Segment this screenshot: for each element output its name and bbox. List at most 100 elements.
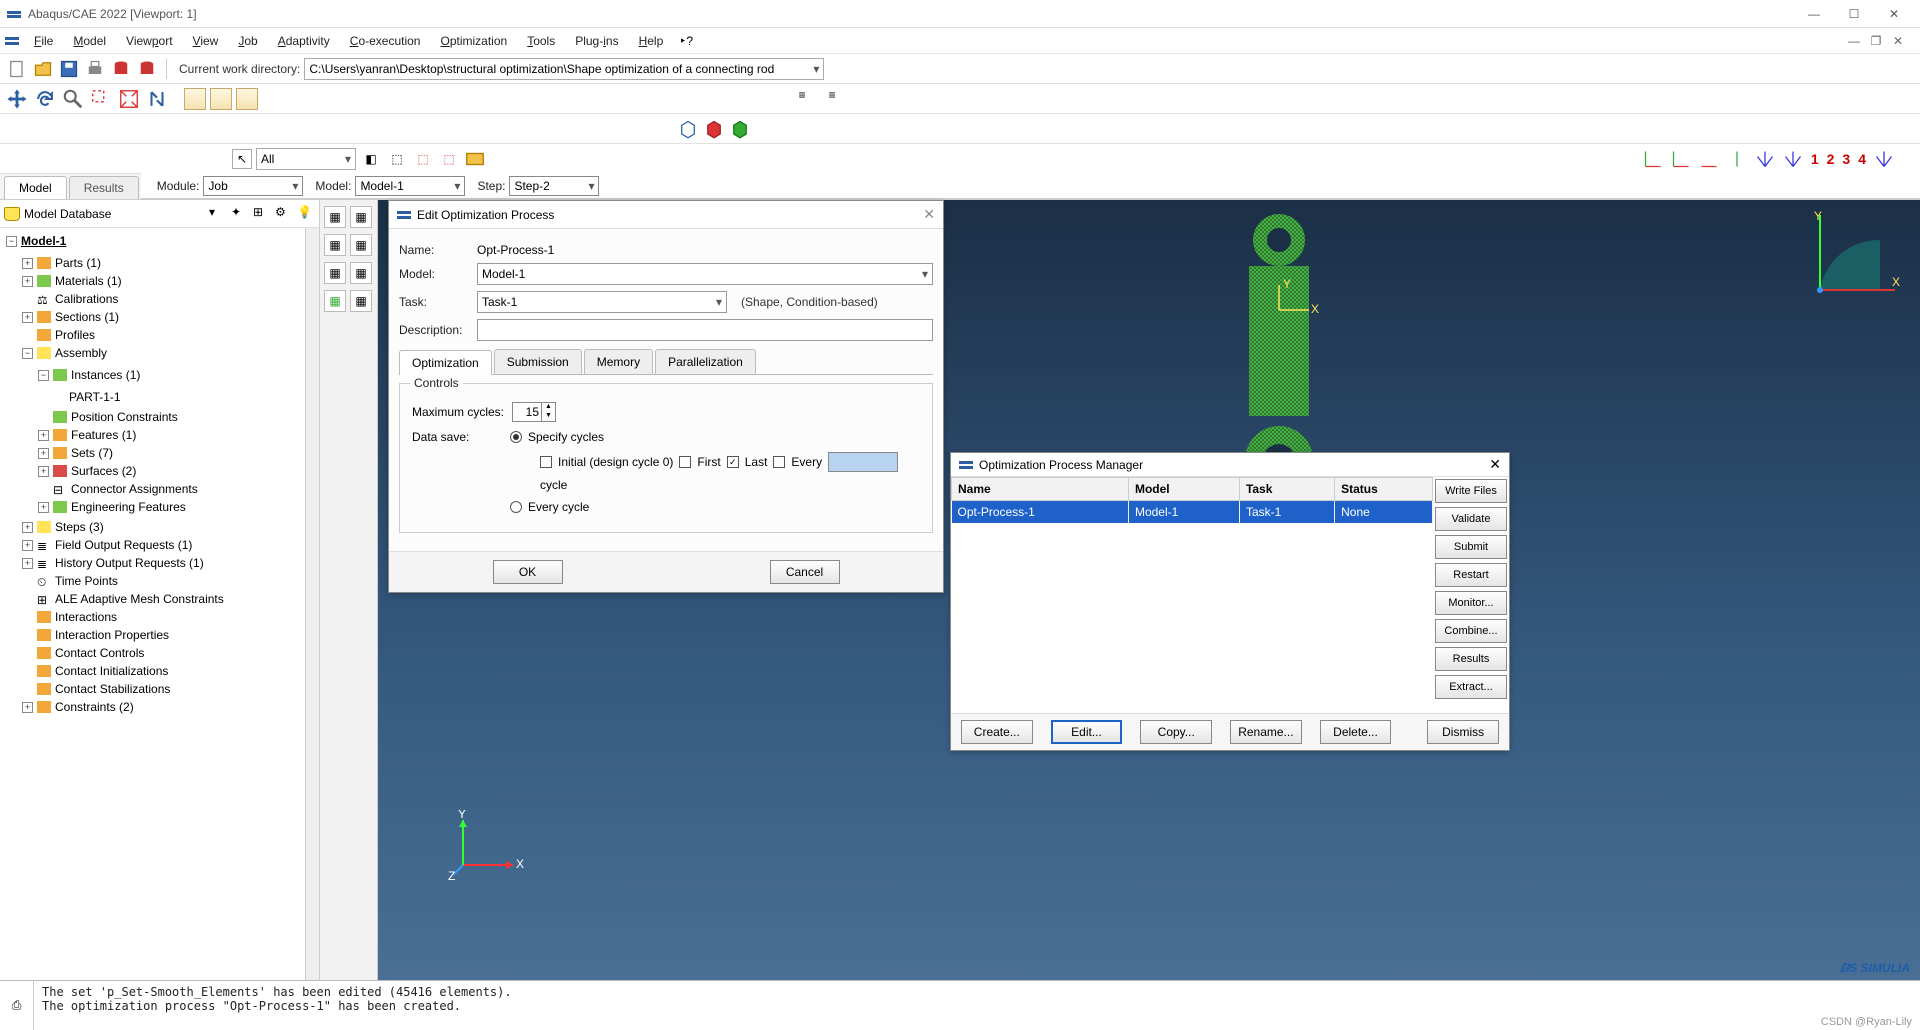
- copy-button[interactable]: Copy...: [1140, 720, 1212, 744]
- task-combo[interactable]: Task-1▾: [477, 291, 727, 313]
- tree-item[interactable]: Interaction Properties: [55, 628, 169, 642]
- tree-item[interactable]: Contact Initializations: [55, 664, 168, 678]
- monitor-button[interactable]: Monitor...: [1435, 591, 1507, 615]
- restart-button[interactable]: Restart: [1435, 563, 1507, 587]
- sel-icon-1[interactable]: ◧: [360, 148, 382, 170]
- col-name[interactable]: Name: [952, 478, 1129, 501]
- description-input[interactable]: [477, 319, 933, 341]
- viewport-restore-icon[interactable]: ❐: [1868, 33, 1884, 49]
- last-checkbox[interactable]: [727, 456, 739, 468]
- col-model[interactable]: Model: [1128, 478, 1239, 501]
- tab-results[interactable]: Results: [69, 176, 139, 199]
- db-icon-2[interactable]: [136, 58, 158, 80]
- results-button[interactable]: Results: [1435, 647, 1507, 671]
- every-input[interactable]: [828, 452, 898, 472]
- rename-button[interactable]: Rename...: [1230, 720, 1302, 744]
- tree-btn-2[interactable]: ⊞: [253, 205, 271, 223]
- process-table[interactable]: Name Model Task Status Opt-Process-1 Mod…: [951, 477, 1433, 523]
- tree-item[interactable]: Surfaces (2): [71, 464, 136, 478]
- tab-memory[interactable]: Memory: [584, 349, 653, 374]
- tree-btn-1[interactable]: ✦: [231, 205, 249, 223]
- select-arrow-icon[interactable]: ↖: [232, 149, 252, 169]
- submit-button[interactable]: Submit: [1435, 535, 1507, 559]
- csys-icon-7[interactable]: [1874, 149, 1894, 169]
- tree-item[interactable]: PART-1-1: [69, 390, 121, 404]
- specify-cycles-radio[interactable]: [510, 431, 522, 443]
- viewport-close-icon[interactable]: ✕: [1890, 33, 1906, 49]
- tree-expand-icon[interactable]: +: [22, 276, 33, 287]
- initial-checkbox[interactable]: [540, 456, 552, 468]
- stack-icon-1[interactable]: ≡: [799, 88, 821, 110]
- menu-tools[interactable]: Tools: [517, 30, 565, 52]
- model-tree[interactable]: −Model-1 +Parts (1) +Materials (1) ⚖Cali…: [0, 228, 305, 980]
- write-files-button[interactable]: Write Files: [1435, 479, 1507, 503]
- maximize-button[interactable]: ☐: [1834, 2, 1874, 26]
- tab-optimization[interactable]: Optimization: [399, 350, 492, 375]
- csys-icon-1[interactable]: [1643, 149, 1663, 169]
- close-icon[interactable]: ✕: [923, 206, 935, 223]
- tree-item[interactable]: ALE Adaptive Mesh Constraints: [55, 592, 224, 606]
- sel-icon-2[interactable]: ⬚: [386, 148, 408, 170]
- close-button[interactable]: ✕: [1874, 2, 1914, 26]
- save-icon[interactable]: [58, 58, 80, 80]
- tree-item[interactable]: Interactions: [55, 610, 117, 624]
- tree-item[interactable]: Steps (3): [55, 520, 104, 534]
- menu-view[interactable]: View: [183, 30, 229, 52]
- csys-icon-6[interactable]: [1783, 149, 1803, 169]
- csys-num-3[interactable]: 3: [1842, 151, 1850, 167]
- select-filter-combo[interactable]: All ▾: [256, 148, 356, 170]
- zoom-icon[interactable]: [62, 88, 84, 110]
- tree-expand-icon[interactable]: +: [38, 466, 49, 477]
- tree-item[interactable]: Field Output Requests (1): [55, 538, 192, 552]
- combine-button[interactable]: Combine...: [1435, 619, 1507, 643]
- csys-icon-5[interactable]: [1755, 149, 1775, 169]
- model-combo[interactable]: Model-1▾: [355, 176, 465, 196]
- print-icon[interactable]: [84, 58, 106, 80]
- render-wire-icon[interactable]: [678, 119, 698, 139]
- max-cycles-spinner[interactable]: ▲▼: [512, 402, 556, 422]
- cycle-icon[interactable]: [146, 88, 168, 110]
- tree-item[interactable]: Sections (1): [55, 310, 119, 324]
- tree-expand-icon[interactable]: +: [22, 312, 33, 323]
- render-hidden-icon[interactable]: [704, 119, 724, 139]
- max-cycles-input[interactable]: [513, 403, 541, 421]
- spin-down-icon[interactable]: ▼: [541, 412, 555, 421]
- tree-item[interactable]: Materials (1): [55, 274, 122, 288]
- ok-button[interactable]: OK: [493, 560, 563, 584]
- first-checkbox[interactable]: [679, 456, 691, 468]
- menu-adaptivity[interactable]: Adaptivity: [268, 30, 340, 52]
- csys-num-4[interactable]: 4: [1858, 151, 1866, 167]
- tool-icon-8[interactable]: ▦: [350, 290, 372, 312]
- tree-expand-icon[interactable]: +: [22, 702, 33, 713]
- menu-coexecution[interactable]: Co-execution: [340, 30, 431, 52]
- csys-icon-3[interactable]: [1699, 149, 1719, 169]
- zoom-box-icon[interactable]: [90, 88, 112, 110]
- sel-icon-5[interactable]: [464, 148, 486, 170]
- tree-collapse-icon[interactable]: −: [6, 236, 17, 247]
- validate-button[interactable]: Validate: [1435, 507, 1507, 531]
- stack-icon-2[interactable]: ≡: [829, 88, 851, 110]
- menu-help[interactable]: Help: [629, 30, 674, 52]
- module-combo[interactable]: Job▾: [203, 176, 303, 196]
- tree-item[interactable]: Sets (7): [71, 446, 113, 460]
- tree-item[interactable]: Parts (1): [55, 256, 101, 270]
- tool-icon-5[interactable]: ▦: [324, 262, 346, 284]
- cancel-button[interactable]: Cancel: [770, 560, 840, 584]
- every-checkbox[interactable]: [773, 456, 785, 468]
- menu-model[interactable]: Model: [63, 30, 116, 52]
- csys-icon-4[interactable]: [1727, 149, 1747, 169]
- tree-expand-icon[interactable]: +: [38, 448, 49, 459]
- tree-expand-icon[interactable]: +: [22, 522, 33, 533]
- menu-optimization[interactable]: Optimization: [430, 30, 517, 52]
- tree-collapse-icon[interactable]: −: [38, 370, 49, 381]
- col-task[interactable]: Task: [1239, 478, 1334, 501]
- tree-btn-3[interactable]: ⚙: [275, 205, 293, 223]
- pan-icon[interactable]: [6, 88, 28, 110]
- minimize-button[interactable]: —: [1794, 2, 1834, 26]
- viewport-minimize-icon[interactable]: —: [1846, 33, 1862, 49]
- every-cycle-radio[interactable]: [510, 501, 522, 513]
- tree-btn-4[interactable]: 💡: [297, 205, 315, 223]
- shade-icon-3[interactable]: [236, 88, 258, 110]
- tree-item[interactable]: Connector Assignments: [71, 482, 198, 496]
- spin-up-icon[interactable]: ▲: [541, 403, 555, 412]
